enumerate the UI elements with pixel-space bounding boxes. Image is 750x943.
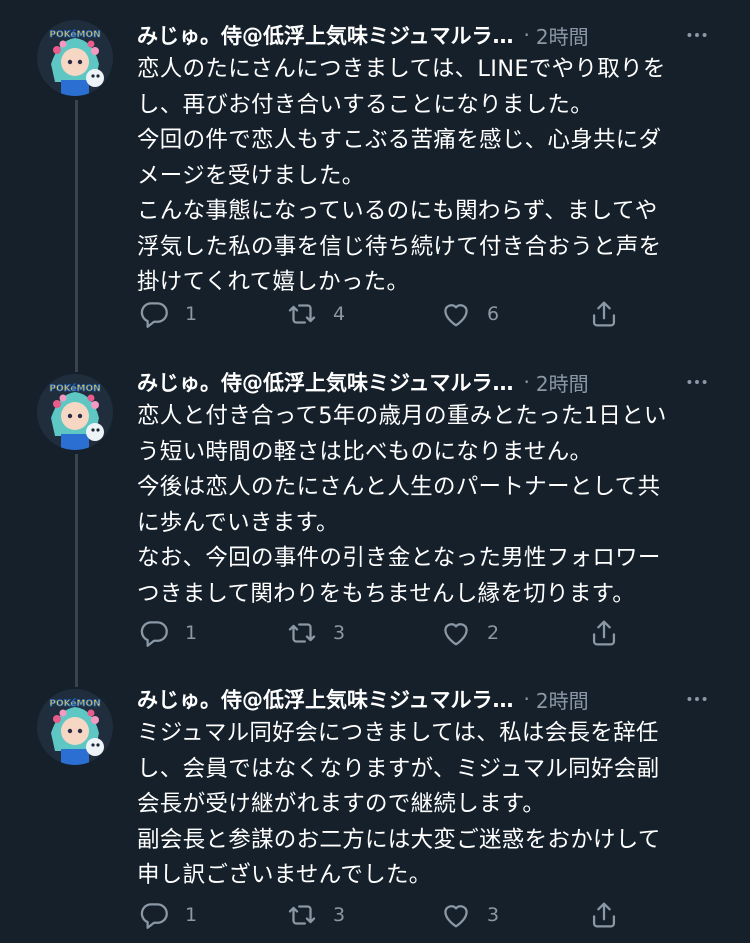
avatar-image: POKéMON (37, 20, 113, 96)
tweet-header: みじゅ。侍@低浮上気味ミジュマルラ… · 2時間 (137, 365, 720, 399)
more-icon[interactable] (682, 20, 712, 50)
tweet-text-line: 副会長と参謀のお二方には大変ご迷惑をおかけして (137, 826, 661, 853)
tweet-text-line: 今回の件で恋人もすこぶる苦痛を感じ、心身共にダ (137, 127, 662, 153)
like-button[interactable]: 2 (439, 613, 499, 653)
heart-icon (444, 623, 468, 646)
more-icon[interactable] (682, 684, 712, 714)
svg-text:POKéMON: POKéMON (49, 698, 100, 709)
tweet-text: ミジュマル同好会につきましては、私は会長を辞任 し、会員ではなくなりますが、ミジ… (137, 716, 727, 894)
tweet-text-line: 申し訳ございませんでした。 (137, 862, 432, 888)
share-button[interactable] (587, 294, 621, 334)
tweet-text-line: う短い時間の軽さは比べものになりません。 (137, 438, 593, 465)
retweet-icon (288, 623, 316, 643)
tweet-actions: 1 3 3 (137, 895, 637, 935)
retweet-icon (288, 905, 316, 925)
like-count: 2 (487, 622, 500, 644)
display-name[interactable]: みじゅ。侍@低浮上気味ミジュマルラ… (137, 684, 514, 714)
retweet-count: 4 (333, 303, 346, 325)
avatar-image: POKéMON (37, 689, 113, 765)
tweet-actions: 1 3 2 (137, 613, 637, 653)
tweet-text-line: つきまして関わりをもちませんし縁を切ります。 (137, 580, 636, 607)
share-icon (592, 620, 616, 646)
share-icon (592, 301, 616, 327)
reply-icon (140, 903, 168, 929)
thread-line (75, 362, 78, 372)
like-button[interactable]: 3 (439, 895, 499, 935)
avatar[interactable]: POKéMON (37, 689, 113, 765)
heart-icon (444, 905, 468, 928)
tweet-actions: 1 4 6 (137, 294, 637, 334)
avatar[interactable]: POKéMON (37, 20, 113, 96)
retweet-button[interactable]: 3 (285, 895, 345, 935)
thread-line (75, 100, 78, 362)
like-count: 6 (487, 303, 500, 325)
tweet-text-line: し、会員ではなくなりますが、ミジュマル同好会副 (137, 755, 660, 782)
reply-button[interactable]: 1 (137, 294, 197, 334)
separator-dot: · (523, 23, 530, 47)
like-count: 3 (487, 904, 500, 926)
tweet-text: 恋人のたにさんにつきましては、LINEでやり取りを し、再びお付き合いすることに… (137, 52, 727, 301)
avatar[interactable]: POKéMON (37, 374, 113, 450)
tweet-text-line: メージを受けました。 (137, 162, 365, 189)
tweet-text-line: 会長が受け継がれますので継続します。 (137, 791, 546, 817)
timestamp[interactable]: 2時間 (536, 368, 589, 397)
tweet[interactable]: POKéMON みじゅ。侍@低浮上気味ミジュマルラ… · 2時間 ミジュマル同好… (0, 682, 750, 943)
like-button[interactable]: 6 (439, 294, 499, 334)
timestamp[interactable]: 2時間 (536, 685, 589, 714)
display-name[interactable]: みじゅ。侍@低浮上気味ミジュマルラ… (137, 367, 514, 397)
more-icon[interactable] (682, 367, 712, 397)
display-name[interactable]: みじゅ。侍@低浮上気味ミジュマルラ… (137, 20, 514, 50)
thread-line (75, 682, 78, 687)
separator-dot: · (523, 687, 530, 711)
thread-line (75, 454, 78, 682)
reply-count: 1 (185, 303, 198, 325)
svg-text:POKéMON: POKéMON (49, 29, 100, 40)
share-button[interactable] (587, 613, 621, 653)
timestamp[interactable]: 2時間 (536, 21, 589, 50)
tweet-text-line: ミジュマル同好会につきましては、私は会長を辞任 (137, 720, 659, 746)
tweet-text: 恋人と付き合って5年の歳月の重みとたった1日とい う短い時間の軽さは比べものにな… (137, 399, 727, 612)
tweet-text-line: 浮気した私の事を信じ待ち続けて付き合おうと声を (137, 233, 662, 260)
retweet-button[interactable]: 4 (285, 294, 345, 334)
tweet-text-line: なお、今回の事件の引き金となった男性フォロワー (137, 545, 661, 571)
separator-dot: · (523, 370, 530, 394)
tweet-text-line: 恋人のたにさんにつきましては、LINEでやり取りを (137, 56, 666, 82)
avatar-image: POKéMON (37, 374, 113, 450)
retweet-icon (288, 304, 316, 324)
heart-icon (444, 304, 468, 327)
retweet-count: 3 (333, 904, 346, 926)
reply-count: 1 (185, 622, 198, 644)
reply-button[interactable]: 1 (137, 613, 197, 653)
tweet[interactable]: POKéMON みじゅ。侍@低浮上気味ミジュマルラ… · 2時間 恋人のたにさん… (0, 0, 750, 362)
share-button[interactable] (587, 895, 621, 935)
reply-icon (140, 302, 168, 328)
tweet-text-line: し、再びお付き合いすることになりました。 (137, 91, 594, 118)
tweet-header: みじゅ。侍@低浮上気味ミジュマルラ… · 2時間 (137, 18, 720, 52)
reply-icon (140, 621, 168, 647)
tweet[interactable]: POKéMON みじゅ。侍@低浮上気味ミジュマルラ… · 2時間 恋人と付き合っ… (0, 362, 750, 682)
tweet-text-line: 今後は恋人のたにさんと人生のパートナーとして共 (137, 474, 661, 500)
retweet-button[interactable]: 3 (285, 613, 345, 653)
retweet-count: 3 (333, 622, 346, 644)
tweet-header: みじゅ。侍@低浮上気味ミジュマルラ… · 2時間 (137, 682, 720, 716)
svg-text:POKéMON: POKéMON (49, 383, 100, 394)
tweet-text-line: に歩んでいきます。 (137, 509, 339, 536)
tweet-text-line: こんな事態になっているのにも関わらず、ましてや (137, 198, 658, 224)
share-icon (592, 902, 616, 928)
tweet-text-line: 恋人と付き合って5年の歳月の重みとたった1日とい (137, 403, 667, 429)
reply-button[interactable]: 1 (137, 895, 197, 935)
reply-count: 1 (185, 904, 198, 926)
